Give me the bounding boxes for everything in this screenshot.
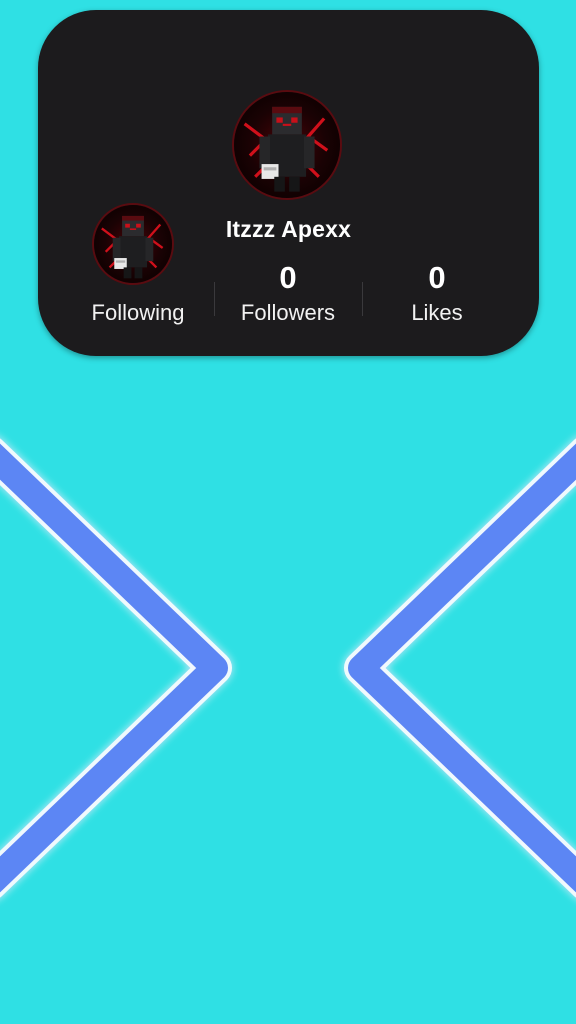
followers-stat[interactable]: 0 Followers — [213, 260, 363, 326]
profile-card: Itzzz Apexx Following 0 Followers 0 Like… — [38, 10, 539, 356]
following-count — [63, 260, 213, 296]
followers-count: 0 — [279, 260, 297, 295]
following-stat[interactable]: Following — [63, 260, 213, 326]
likes-label: Likes — [411, 300, 463, 325]
likes-stat[interactable]: 0 Likes — [362, 260, 512, 326]
profile-avatar[interactable] — [232, 90, 342, 200]
followers-label: Followers — [240, 300, 336, 325]
left-chevron-icon — [0, 438, 232, 898]
right-chevron-icon — [344, 438, 576, 898]
profile-username: Itzzz Apexx — [225, 216, 352, 242]
following-label: Following — [91, 300, 185, 325]
likes-count: 0 — [428, 260, 446, 295]
